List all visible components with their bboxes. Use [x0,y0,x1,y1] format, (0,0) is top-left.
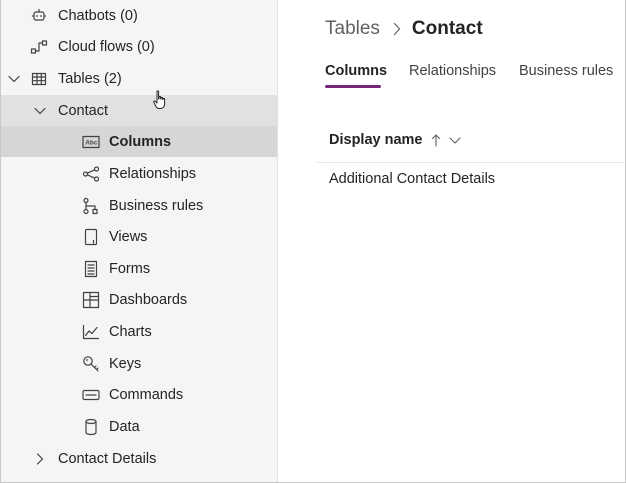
sort-ascending-icon [431,133,441,147]
nav-label-chatbots: Chatbots (0) [58,7,138,24]
nav-item-contact[interactable]: Contact [1,95,277,126]
dashboard-icon [82,291,100,309]
chevron-right-icon [392,22,402,36]
nav-label-data: Data [109,418,140,435]
database-icon [82,418,100,436]
nav-item-cloud-flows[interactable]: Cloud flows (0) [1,31,277,62]
column-header-display-name[interactable]: Display name [329,132,461,148]
table-row[interactable]: Additional Contact Details [329,171,495,187]
chevron-right-icon[interactable] [33,452,47,466]
nav-item-business-rules[interactable]: Business rules [1,190,277,221]
chart-line-icon [82,323,100,341]
chevron-down-icon[interactable] [33,104,47,118]
view-icon [82,228,100,246]
left-navigation: Chatbots (0) Cloud flows (0) Tables (2) … [1,0,278,482]
nav-item-tables[interactable]: Tables (2) [1,63,277,94]
chevron-down-icon[interactable] [448,135,461,145]
nav-label-business-rules: Business rules [109,197,204,214]
breadcrumb-tables-link[interactable]: Tables [325,18,380,40]
nav-item-columns[interactable]: Abc Columns [1,126,277,157]
nav-item-relationships[interactable]: Relationships [1,158,277,189]
header-divider [316,162,625,163]
hand-pointer-cursor [153,90,167,110]
nav-label-commands: Commands [109,386,184,403]
nav-item-contact-details[interactable]: Contact Details [1,443,277,474]
nav-label-keys: Keys [109,355,142,372]
column-abc-icon: Abc [82,133,100,151]
breadcrumb: Tables Contact [325,18,483,40]
nav-label-contact-details: Contact Details [58,450,157,467]
chevron-down-icon[interactable] [7,72,21,86]
svg-text:Abc: Abc [85,139,98,146]
nav-item-chatbots[interactable]: Chatbots (0) [1,0,277,31]
table-icon [30,70,48,88]
tab-relationships[interactable]: Relationships [409,63,496,79]
tab-business-rules[interactable]: Business rules [519,63,613,79]
nav-item-dashboards[interactable]: Dashboards [1,284,277,315]
main-content: Tables Contact Columns Relationships Bus… [278,0,625,482]
nav-item-keys[interactable]: Keys [1,348,277,379]
nav-label-dashboards: Dashboards [109,291,188,308]
nav-label-relationships: Relationships [109,165,197,182]
column-header-label: Display name [329,132,423,148]
nav-label-views: Views [109,228,148,245]
nav-item-data[interactable]: Data [1,411,277,442]
nav-item-forms[interactable]: Forms [1,253,277,284]
nav-label-charts: Charts [109,323,152,340]
active-tab-indicator [325,85,381,88]
nav-label-tables: Tables (2) [58,70,122,87]
nav-label-columns: Columns [109,133,172,150]
key-icon [82,355,100,373]
tab-columns[interactable]: Columns [325,63,387,79]
nav-label-cloud-flows: Cloud flows (0) [58,38,155,55]
chatbot-icon [30,7,48,25]
cloud-flow-icon [30,38,48,56]
relationships-icon [82,165,100,183]
page-title: Contact [411,18,483,39]
app-window: Chatbots (0) Cloud flows (0) Tables (2) … [0,0,626,483]
nav-item-commands[interactable]: Commands [1,379,277,410]
nav-item-charts[interactable]: Charts [1,316,277,347]
nav-label-forms: Forms [109,260,151,277]
form-icon [82,260,100,278]
business-rule-icon [82,197,100,215]
command-icon [82,386,100,404]
nav-item-views[interactable]: Views [1,221,277,252]
nav-label-contact: Contact [58,102,108,119]
